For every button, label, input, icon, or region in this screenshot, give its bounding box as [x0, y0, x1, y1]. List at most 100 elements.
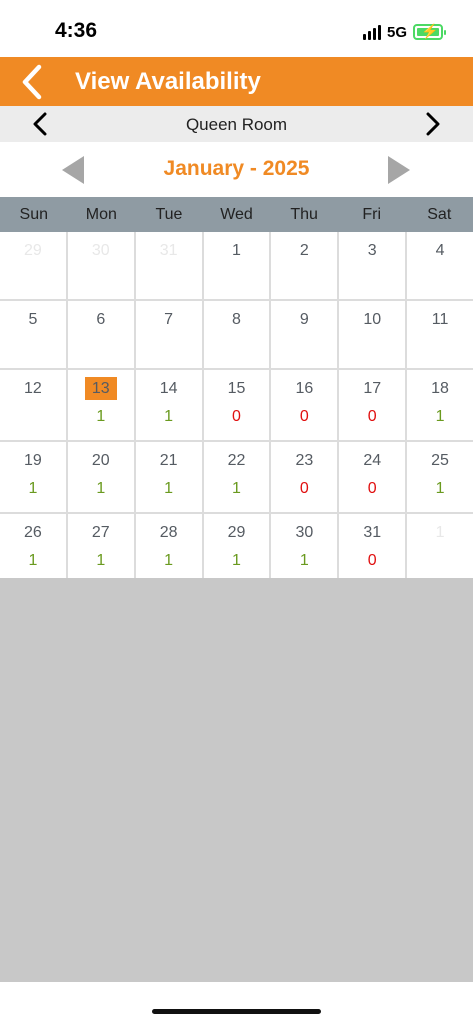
network-label: 5G — [386, 23, 407, 41]
calendar-day-cell[interactable]: 3 — [339, 232, 406, 299]
back-button[interactable] — [14, 63, 50, 101]
calendar-day-cell-today[interactable]: 13 1 — [67, 370, 134, 440]
day-number: 23 — [295, 452, 314, 469]
calendar-day-cell[interactable]: 22 1 — [203, 442, 270, 512]
calendar-day-cell[interactable]: 8 — [203, 301, 270, 368]
calendar-day-cell[interactable]: 31 0 — [339, 514, 406, 584]
weekday-label: Fri — [362, 206, 381, 223]
calendar-day-cell[interactable]: 27 1 — [67, 514, 134, 584]
weekday-label: Sat — [427, 206, 452, 223]
day-number: 29 — [24, 242, 42, 259]
calendar-day-cell[interactable]: 4 — [407, 232, 473, 299]
day-number: 14 — [159, 380, 178, 397]
room-selector: Queen Room — [0, 106, 473, 142]
calendar-day-cell: 29 — [0, 232, 66, 299]
availability-count: 1 — [435, 408, 445, 425]
day-number: 9 — [299, 311, 309, 328]
calendar-day-cell[interactable]: 1 — [203, 232, 270, 299]
weekday-header: Sun Mon Tue Wed Thu Fri Sat — [0, 197, 473, 232]
availability-count: 1 — [164, 408, 174, 425]
calendar-day-cell[interactable]: 14 1 — [135, 370, 202, 440]
nav-bar: View Availability — [0, 57, 473, 106]
day-number: 22 — [227, 452, 246, 469]
availability-count: 1 — [299, 552, 309, 569]
day-number: 6 — [96, 311, 106, 328]
day-number: 28 — [159, 524, 178, 541]
day-number: 12 — [24, 380, 42, 397]
weekday-label: Sun — [19, 206, 49, 223]
next-month-button[interactable] — [386, 155, 412, 185]
calendar-day-cell[interactable]: 7 — [135, 301, 202, 368]
availability-count: 1 — [164, 480, 174, 497]
day-number: 31 — [363, 524, 382, 541]
weekday-label: Thu — [290, 206, 318, 223]
calendar-day-cell[interactable]: 23 0 — [271, 442, 338, 512]
status-bar: 4:36 5G ⚡ — [0, 0, 473, 57]
calendar-day-cell[interactable]: 10 — [339, 301, 406, 368]
day-number: 18 — [431, 380, 449, 397]
day-number: 27 — [91, 524, 110, 541]
calendar-day-cell[interactable]: 28 1 — [135, 514, 202, 584]
calendar-day-cell[interactable]: 11 — [407, 301, 473, 368]
day-number: 21 — [159, 452, 178, 469]
calendar-day-cell[interactable]: 5 — [0, 301, 66, 368]
day-number: 3 — [367, 242, 377, 259]
weekday-label: Tue — [155, 206, 183, 223]
day-number: 11 — [431, 311, 449, 328]
calendar-day-cell[interactable]: 26 1 — [0, 514, 66, 584]
signal-icon — [362, 24, 381, 40]
availability-count: 1 — [96, 480, 106, 497]
calendar-day-cell[interactable]: 20 1 — [67, 442, 134, 512]
empty-content-area — [0, 578, 473, 982]
calendar-day-cell[interactable]: 25 1 — [407, 442, 473, 512]
calendar-day-cell[interactable]: 16 0 — [271, 370, 338, 440]
day-number: 7 — [164, 311, 174, 328]
room-name: Queen Room — [185, 115, 288, 134]
availability-count: 1 — [435, 480, 445, 497]
day-number: 1 — [435, 524, 445, 541]
day-number: 26 — [24, 524, 42, 541]
availability-count: 0 — [232, 408, 241, 425]
chevron-left-icon — [22, 64, 42, 100]
calendar-day-cell[interactable]: 19 1 — [0, 442, 66, 512]
day-number: 10 — [363, 311, 382, 328]
chevron-right-icon — [426, 112, 440, 136]
availability-count: 1 — [232, 480, 241, 497]
availability-count: 0 — [299, 480, 309, 497]
day-number: 17 — [363, 380, 382, 397]
calendar-day-cell[interactable]: 21 1 — [135, 442, 202, 512]
availability-count: 1 — [96, 552, 106, 569]
calendar-day-cell[interactable]: 24 0 — [339, 442, 406, 512]
availability-count: 1 — [96, 408, 106, 425]
home-indicator[interactable] — [152, 1009, 321, 1014]
day-number: 30 — [91, 242, 110, 259]
next-room-button[interactable] — [419, 110, 447, 138]
calendar-day-cell[interactable]: 29 1 — [203, 514, 270, 584]
availability-count: 0 — [299, 408, 309, 425]
availability-count: 1 — [28, 552, 38, 569]
calendar-day-cell[interactable]: 2 — [271, 232, 338, 299]
day-number: 24 — [363, 452, 382, 469]
day-number: 20 — [91, 452, 110, 469]
bottom-safe-area — [0, 982, 473, 1024]
calendar-day-cell[interactable]: 30 1 — [271, 514, 338, 584]
day-number: 1 — [232, 242, 241, 259]
calendar-day-cell[interactable]: 6 — [67, 301, 134, 368]
calendar-day-cell[interactable]: 12 — [0, 370, 66, 440]
calendar-day-cell: 31 — [135, 232, 202, 299]
day-number: 5 — [28, 311, 38, 328]
day-number: 4 — [435, 242, 445, 259]
day-number: 30 — [295, 524, 314, 541]
day-number: 31 — [159, 242, 178, 259]
calendar-day-cell[interactable]: 18 1 — [407, 370, 473, 440]
availability-count: 1 — [232, 552, 241, 569]
day-number: 25 — [431, 452, 449, 469]
day-number: 13 — [84, 377, 117, 400]
calendar-grid: 29 30 31 1 2 3 4 5 6 7 8 9 10 11 12 13 1 14 1 15 0 16 0 17 0 18 1 1… — [0, 232, 473, 584]
day-number: 15 — [227, 380, 246, 397]
calendar-day-cell[interactable]: 17 0 — [339, 370, 406, 440]
weekday-label: Mon — [85, 206, 117, 223]
day-number: 2 — [299, 242, 309, 259]
calendar-day-cell[interactable]: 15 0 — [203, 370, 270, 440]
calendar-day-cell[interactable]: 9 — [271, 301, 338, 368]
